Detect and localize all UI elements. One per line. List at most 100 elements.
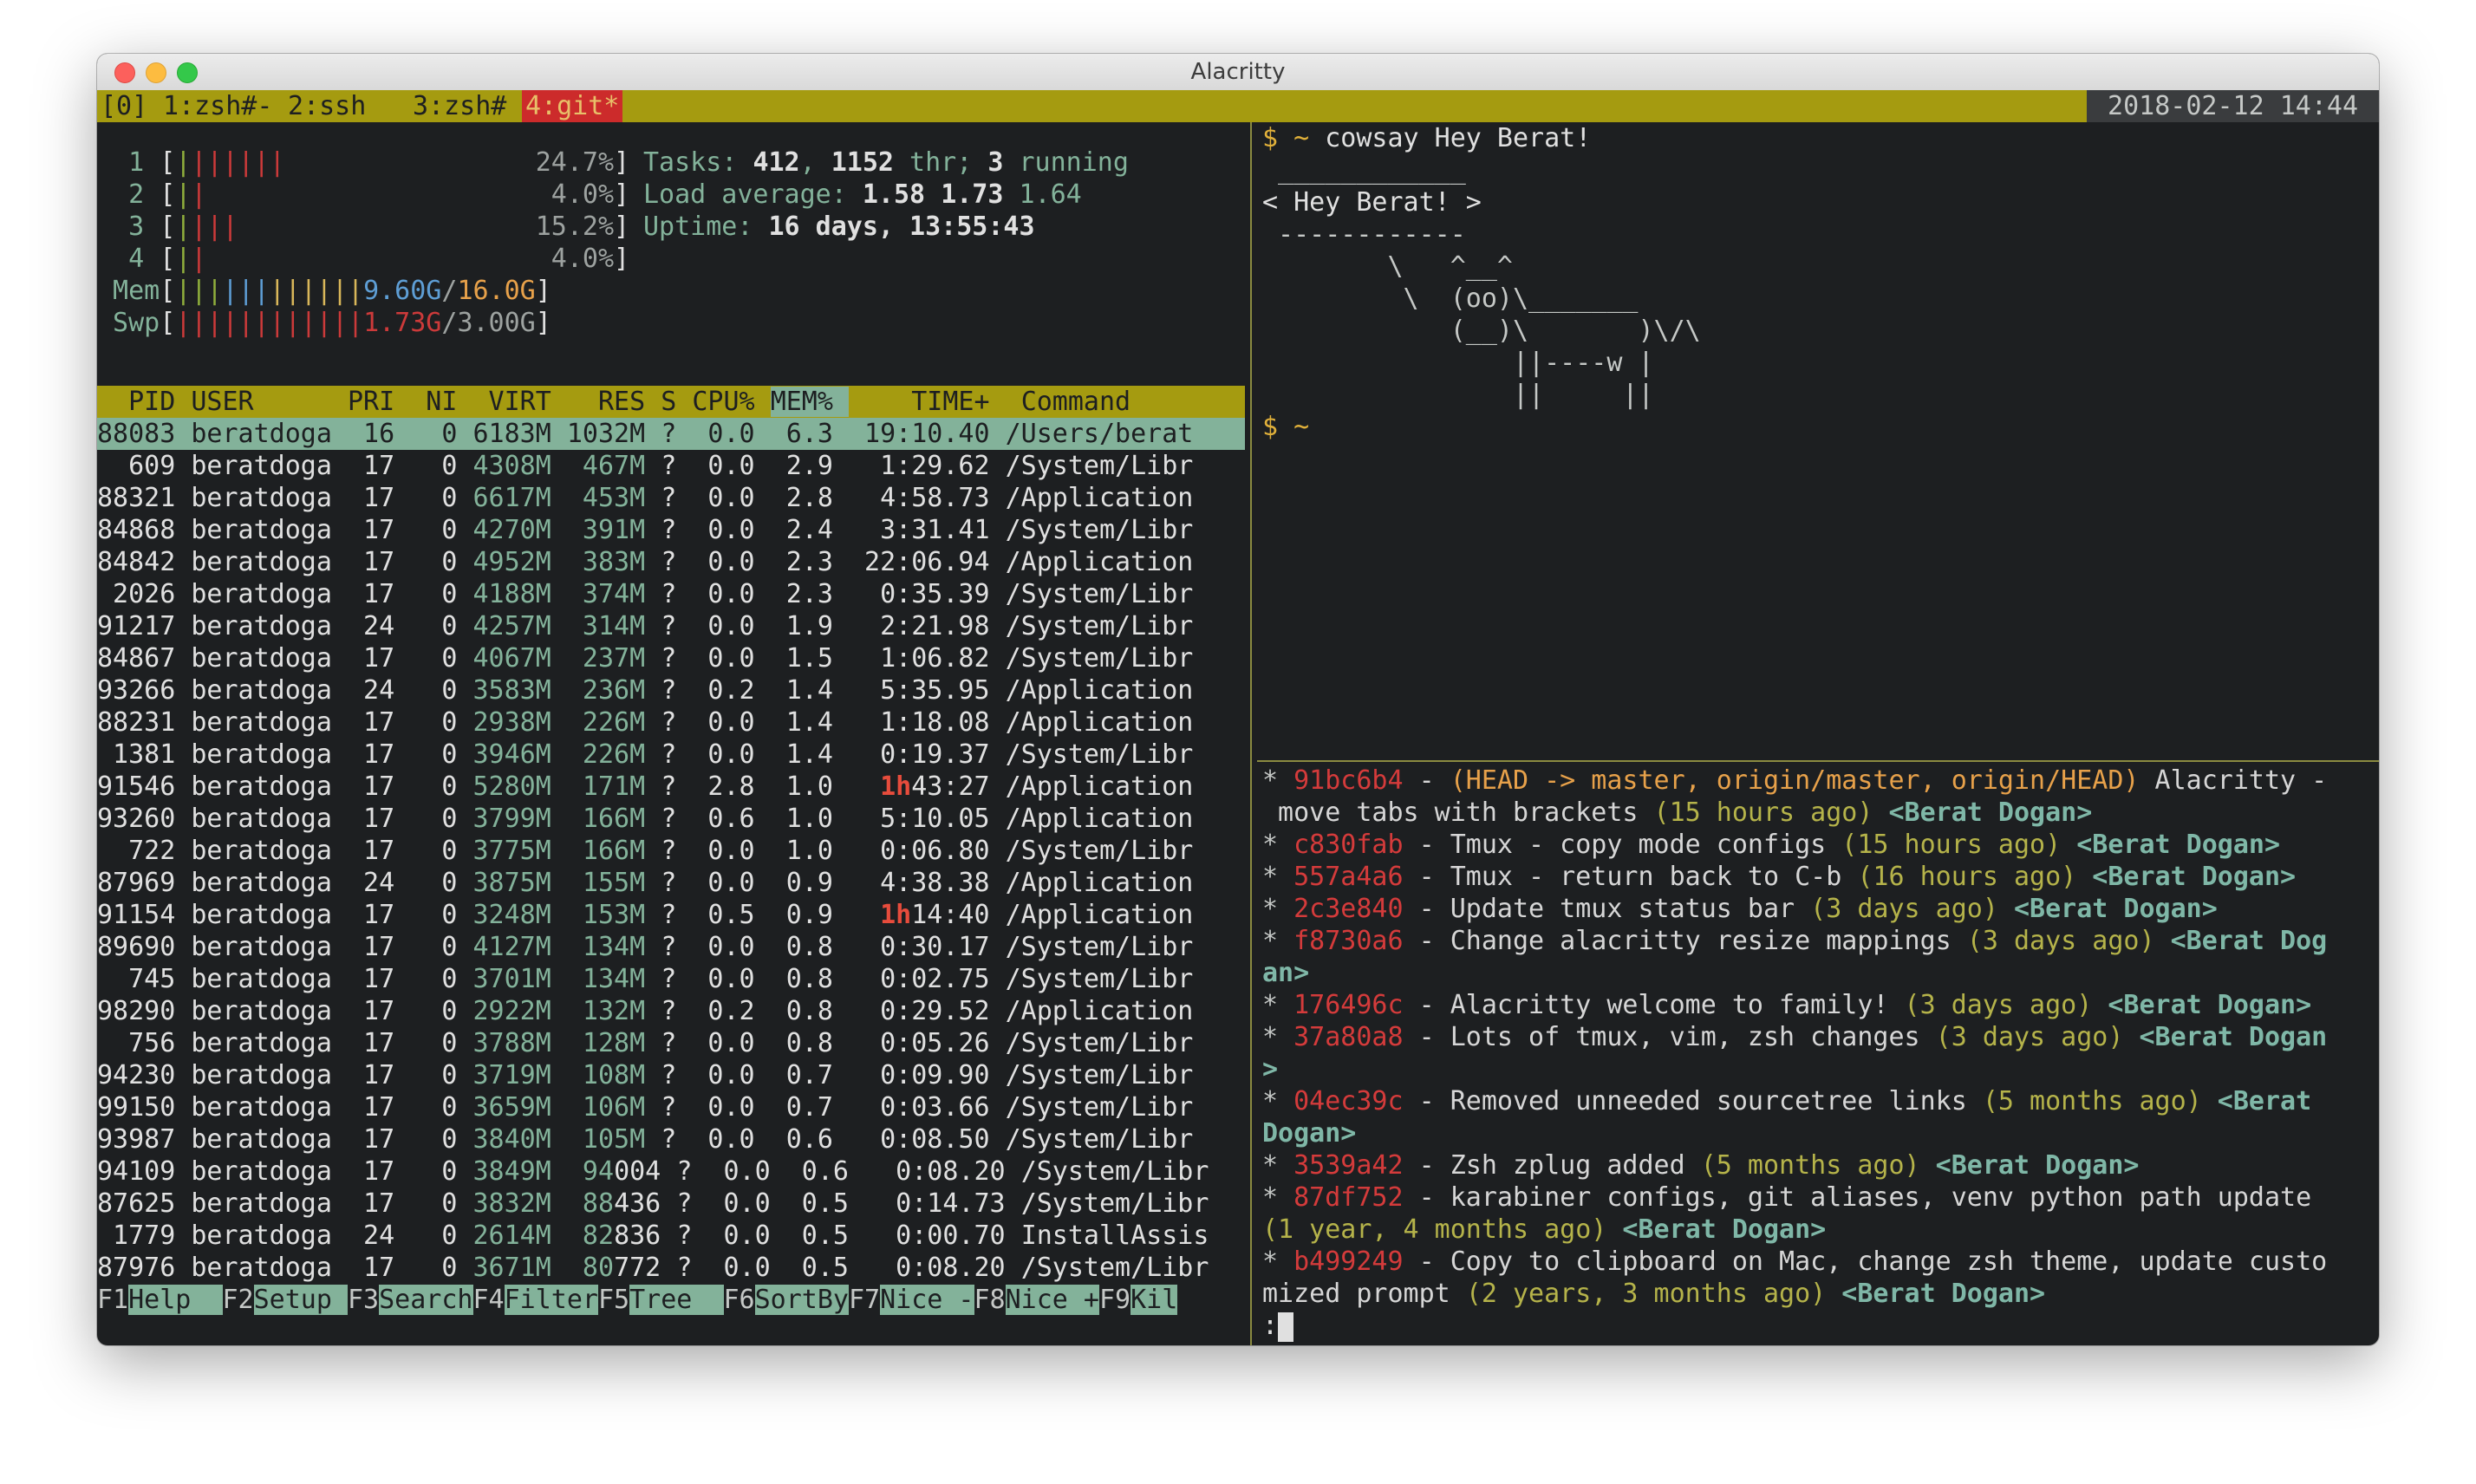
pane-divider-vertical[interactable]	[1245, 122, 1257, 1345]
cpu-percent: 0.0	[692, 836, 771, 866]
commit-author: <Berat Dogan>	[2013, 894, 2218, 924]
user: beratdoga	[191, 419, 348, 449]
column-ni[interactable]: NI	[410, 387, 472, 417]
priority: 17	[348, 1156, 411, 1187]
process-row[interactable]: 93987 beratdoga 17 0 3840M 105M ? 0.0 0.…	[97, 1123, 1245, 1155]
res: 134M	[566, 932, 661, 962]
nice: 0	[410, 900, 473, 930]
res: 1032M	[566, 419, 661, 449]
process-row[interactable]: 94230 beratdoga 17 0 3719M 108M ? 0.0 0.…	[97, 1059, 1245, 1091]
pid: 88321	[97, 483, 192, 513]
tasks-summary: Tasks: 412, 1152 thr; 3 running	[643, 147, 1129, 178]
fkey-f6[interactable]: F6SortBy	[724, 1284, 849, 1316]
column-cpu[interactable]: CPU%	[692, 387, 770, 417]
column-user[interactable]: USER	[191, 387, 348, 417]
fkey-f3[interactable]: F3Search	[348, 1284, 473, 1316]
virt: 3671M	[472, 1253, 567, 1283]
process-row[interactable]: 99150 beratdoga 17 0 3659M 106M ? 0.0 0.…	[97, 1091, 1245, 1123]
commit-age: (1 year, 4 months ago)	[1262, 1214, 1607, 1245]
process-row[interactable]: 609 beratdoga 17 0 4308M 467M ? 0.0 2.9 …	[97, 450, 1245, 482]
cowsay-pane[interactable]: $ ~ cowsay Hey Berat! ____________ < Hey …	[1257, 122, 2379, 758]
column-pri[interactable]: PRI	[348, 387, 410, 417]
column-command[interactable]: Command	[1021, 387, 1130, 417]
pane-divider-horizontal[interactable]	[1257, 758, 2379, 765]
state: ?	[661, 836, 693, 866]
process-row[interactable]: 87976 beratdoga 17 0 3671M 80772 ? 0.0 0…	[97, 1252, 1245, 1284]
virt: 3799M	[472, 804, 567, 834]
tmux-tab-2[interactable]: 2:ssh	[284, 90, 369, 122]
state: ?	[661, 515, 693, 545]
user: beratdoga	[191, 1124, 348, 1155]
fkey-f9[interactable]: F9Kil	[1099, 1284, 1178, 1316]
virt: 3719M	[472, 1060, 567, 1090]
command: /Application	[1005, 868, 1194, 898]
time: 0:02.75	[849, 964, 1006, 994]
tmux-tab-4-active[interactable]: 4:git*	[522, 90, 623, 122]
commit-author: <Berat Dogan>	[2092, 862, 2297, 892]
pid: 93266	[97, 675, 192, 706]
cpu-percent: 0.6	[692, 804, 771, 834]
commit-author: <Berat Dogan>	[2076, 830, 2281, 860]
cpu-percent: 0.2	[692, 996, 771, 1026]
process-row[interactable]: 91546 beratdoga 17 0 5280M 171M ? 2.8 1.…	[97, 771, 1245, 803]
commit-age: (5 months ago)	[1982, 1086, 2202, 1116]
fkey-f2[interactable]: F2Setup	[223, 1284, 348, 1316]
tmux-tab-1[interactable]: 1:zsh#-	[160, 90, 276, 122]
process-row[interactable]: 94109 beratdoga 17 0 3849M 94004 ? 0.0 0…	[97, 1155, 1245, 1188]
command: /Application	[1005, 804, 1194, 834]
process-row[interactable]: 87625 beratdoga 17 0 3832M 88436 ? 0.0 0…	[97, 1188, 1245, 1220]
column-time[interactable]: TIME+	[849, 387, 1021, 417]
virt: 3775M	[472, 836, 567, 866]
column-s[interactable]: S	[661, 387, 692, 417]
process-row[interactable]: 1779 beratdoga 24 0 2614M 82836 ? 0.0 0.…	[97, 1220, 1245, 1252]
terminal-content[interactable]: [0] 1:zsh#- 2:ssh 3:zsh# 4:git* 2018-02-…	[97, 90, 2379, 1345]
commit-age: (15 hours ago)	[1653, 797, 1873, 828]
column-res[interactable]: RES	[567, 387, 661, 417]
htop-pane[interactable]: 1 [||||||| 24.7%] 2 [|| 4.0%] 3 [|||| 15…	[97, 122, 1245, 1345]
process-row[interactable]: 756 beratdoga 17 0 3788M 128M ? 0.0 0.8 …	[97, 1027, 1245, 1059]
mem-percent: 1.4	[770, 707, 849, 738]
process-row[interactable]: 88321 beratdoga 17 0 6617M 453M ? 0.0 2.…	[97, 482, 1245, 514]
nice: 0	[410, 579, 473, 609]
mem-percent: 0.9	[770, 900, 849, 930]
process-row[interactable]: 93266 beratdoga 24 0 3583M 236M ? 0.2 1.…	[97, 674, 1245, 706]
process-row[interactable]: 91154 beratdoga 17 0 3248M 153M ? 0.5 0.…	[97, 899, 1245, 931]
nice: 0	[410, 1156, 473, 1187]
fkey-f1[interactable]: F1Help	[97, 1284, 223, 1316]
commit-author: >	[1262, 1054, 1279, 1084]
swp-used: 1.73G	[363, 308, 442, 338]
process-row[interactable]: 2026 beratdoga 17 0 4188M 374M ? 0.0 2.3…	[97, 578, 1245, 610]
virt: 4067M	[472, 643, 567, 674]
user: beratdoga	[191, 964, 348, 994]
process-row[interactable]: 89690 beratdoga 17 0 4127M 134M ? 0.0 0.…	[97, 931, 1245, 963]
process-row[interactable]: 91217 beratdoga 24 0 4257M 314M ? 0.0 1.…	[97, 610, 1245, 642]
process-row[interactable]: 84868 beratdoga 17 0 4270M 391M ? 0.0 2.…	[97, 514, 1245, 546]
cpu-meter-3: 3 [|||| 15.2%]	[97, 211, 629, 243]
fkey-f8[interactable]: F8Nice +	[974, 1284, 1099, 1316]
process-row[interactable]: 88231 beratdoga 17 0 2938M 226M ? 0.0 1.…	[97, 706, 1245, 739]
virt: 3946M	[472, 739, 567, 770]
process-row[interactable]: 84842 beratdoga 17 0 4952M 383M ? 0.0 2.…	[97, 546, 1245, 578]
column-pid[interactable]: PID	[97, 387, 191, 417]
res: 94	[566, 1156, 615, 1187]
column-virt[interactable]: VIRT	[473, 387, 567, 417]
cursor[interactable]	[1278, 1312, 1294, 1342]
process-row[interactable]: 88083 beratdoga 16 0 6183M 1032M ? 0.0 6…	[97, 418, 1245, 450]
fkey-f4[interactable]: F4Filter	[473, 1284, 598, 1316]
process-row[interactable]: 745 beratdoga 17 0 3701M 134M ? 0.0 0.8 …	[97, 963, 1245, 995]
column-mem[interactable]: MEM%	[770, 387, 849, 417]
fkey-f5[interactable]: F5Tree	[598, 1284, 724, 1316]
time: 0:09.90	[849, 1060, 1006, 1090]
process-row[interactable]: 98290 beratdoga 17 0 2922M 132M ? 0.2 0.…	[97, 995, 1245, 1027]
process-row[interactable]: 87969 beratdoga 24 0 3875M 155M ? 0.0 0.…	[97, 867, 1245, 899]
tmux-tab-3[interactable]: 3:zsh#	[409, 90, 510, 122]
process-row[interactable]: 93260 beratdoga 17 0 3799M 166M ? 0.6 1.…	[97, 803, 1245, 835]
process-row[interactable]: 84867 beratdoga 17 0 4067M 237M ? 0.0 1.…	[97, 642, 1245, 674]
process-row[interactable]: 722 beratdoga 17 0 3775M 166M ? 0.0 1.0 …	[97, 835, 1245, 867]
process-row[interactable]: 1381 beratdoga 17 0 3946M 226M ? 0.0 1.4…	[97, 739, 1245, 771]
git-log-pane[interactable]: * 91bc6b4 - (HEAD -> master, origin/mast…	[1257, 765, 2379, 1345]
fkey-f7[interactable]: F7Nice -	[849, 1284, 974, 1316]
virt: 6617M	[472, 483, 567, 513]
nice: 0	[410, 1188, 473, 1219]
res: 314M	[566, 611, 661, 641]
